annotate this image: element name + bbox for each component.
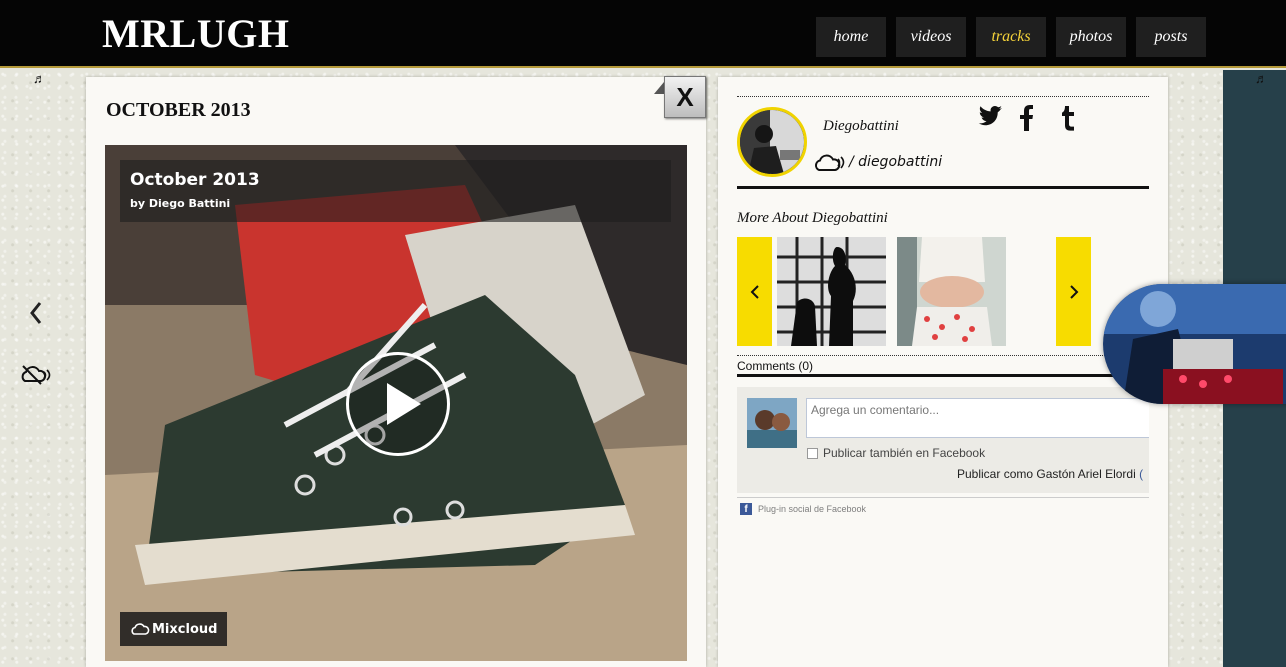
top-bar: MRLUGH home videos tracks photos posts [0, 0, 1286, 68]
share-facebook-checkbox[interactable]: Publicar también en Facebook [807, 446, 985, 460]
commenter-avatar [747, 398, 797, 448]
nav-videos[interactable]: videos [896, 17, 966, 57]
carousel-prev-button[interactable] [737, 237, 772, 346]
checkbox-label: Publicar también en Facebook [823, 446, 986, 460]
play-button[interactable] [346, 352, 450, 456]
comment-input[interactable]: Agrega un comentario... [806, 398, 1149, 438]
chevron-left-icon [750, 284, 759, 299]
profile-handle-link[interactable]: / diegobattini [813, 149, 942, 175]
divider [737, 497, 1149, 498]
profile-card: Diegobattini / diegobattini More About D… [718, 77, 1168, 667]
content-card: OCTOBER 2013 October 2013 by Diego Batti… [86, 77, 706, 667]
related-thumb-1[interactable] [777, 237, 886, 346]
prev-arrow-icon[interactable] [28, 300, 44, 326]
thumbnail-image [897, 237, 1006, 346]
comments-count: Comments (0) [737, 359, 814, 373]
cloud-mute-icon[interactable] [19, 363, 53, 387]
nav-posts[interactable]: posts [1136, 17, 1206, 57]
tumblr-icon[interactable] [1054, 103, 1094, 133]
facebook-icon[interactable] [1014, 103, 1054, 133]
facebook-comment-box: Agrega un comentario... Publicar también… [737, 387, 1149, 493]
thumbnail-image [777, 237, 886, 346]
close-button[interactable]: X [664, 76, 706, 118]
divider [737, 355, 1149, 356]
page-title: OCTOBER 2013 [106, 99, 251, 121]
plugin-label: Plug-in social de Facebook [758, 504, 867, 514]
post-as-label: Publicar como Gastón Ariel Elordi [957, 467, 1136, 481]
music-note-icon: ♬ [33, 71, 46, 86]
facebook-small-icon: f [740, 503, 752, 515]
commenter-avatar-image [747, 398, 797, 448]
more-about-heading: More About Diegobattini [737, 210, 888, 226]
profile-name[interactable]: Diegobattini [823, 118, 899, 135]
play-icon [387, 383, 421, 425]
divider-thick [737, 186, 1149, 189]
site-logo[interactable]: MRLUGH [102, 10, 289, 57]
related-thumb-2[interactable] [897, 237, 1006, 346]
player-header: October 2013 by Diego Battini [120, 160, 671, 222]
social-links [974, 103, 1094, 133]
nav-tracks[interactable]: tracks [976, 17, 1046, 57]
chevron-right-icon [1069, 284, 1078, 299]
music-note-icon-right: ♬ [1255, 71, 1268, 86]
post-as-text: Publicar como Gastón Ariel Elordi ( [957, 467, 1143, 481]
mixcloud-icon [814, 154, 845, 171]
twitter-icon[interactable] [974, 103, 1014, 133]
close-fold [654, 82, 664, 94]
divider-thick [737, 374, 1149, 377]
profile-handle: / diegobattini [849, 154, 943, 170]
nav-home[interactable]: home [816, 17, 886, 57]
player-byline[interactable]: by Diego Battini [130, 197, 230, 210]
checkbox[interactable] [807, 447, 818, 459]
mixcloud-badge-label: Mixcloud [152, 621, 218, 637]
post-as-switch-link[interactable]: ( [1139, 467, 1143, 481]
dj-photo-image [1103, 284, 1286, 404]
avatar[interactable] [737, 107, 807, 177]
mixcloud-cloud-icon [131, 623, 150, 635]
divider [737, 96, 1149, 97]
avatar-image [740, 110, 804, 174]
facebook-plugin-label[interactable]: f Plug-in social de Facebook [740, 503, 866, 515]
carousel-next-button[interactable] [1056, 237, 1091, 346]
mixcloud-badge[interactable]: Mixcloud [120, 612, 228, 646]
mixcloud-player[interactable]: October 2013 by Diego Battini Mixcloud [105, 145, 687, 661]
player-title[interactable]: October 2013 [130, 170, 260, 190]
main-nav: home videos tracks photos posts [816, 17, 1216, 57]
floating-profile-bubble[interactable] [1103, 284, 1286, 404]
nav-photos[interactable]: photos [1056, 17, 1126, 57]
